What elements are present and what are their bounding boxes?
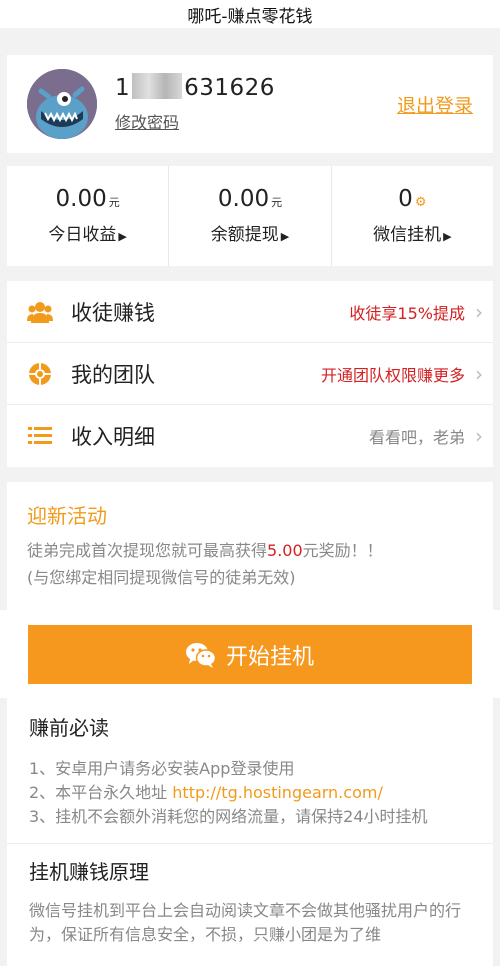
menu-item-recruit[interactable]: 收徒赚钱 收徒享15%提成 › [7, 281, 493, 343]
menu-item-income-details[interactable]: 收入明细 看看吧，老弟 › [7, 405, 493, 467]
promo-text: 徒弟完成首次提现您就可最高获得5.00元奖励！！ (与您绑定相同提现微信号的徒弟… [27, 537, 473, 591]
menu-hint: 开通团队权限赚更多 [320, 365, 465, 385]
wechat-icon [185, 642, 216, 668]
change-password-link[interactable]: 修改密码 [115, 109, 179, 133]
lifebuoy-icon [27, 362, 53, 386]
chevron-right-icon: › [475, 424, 483, 448]
start-hosting-button[interactable]: 开始挂机 [28, 625, 472, 684]
stat-balance-withdraw[interactable]: 0.00 元 余额提现 ▶ [169, 166, 332, 266]
promo-note: (与您绑定相同提现微信号的徒弟无效) [27, 568, 296, 587]
stat-value: 0.00 [217, 186, 270, 212]
info-card: 赚前必读 1、安卓用户请务必安装App登录使用 2、本平台永久地址 http:/… [7, 698, 493, 966]
start-button-label: 开始挂机 [225, 644, 314, 670]
window-title-bar: 哪吒-赚点零花钱 [0, 0, 500, 28]
phone-prefix: 1 [115, 75, 131, 101]
menu-label: 收徒赚钱 [71, 300, 155, 325]
stat-value: 0 [398, 186, 413, 212]
promo-line1-after: 元奖励！！ [302, 541, 383, 560]
stat-value: 0.00 [55, 186, 107, 212]
menu-list: 收徒赚钱 收徒享15%提成 › 我的团队 开通团队权限赚更多 › 收入明细 看看… [7, 281, 493, 467]
triangle-right-icon: ▶ [280, 230, 290, 243]
list-icon [27, 426, 53, 446]
info-title: 赚前必读 [29, 716, 109, 740]
stat-label: 余额提现 [210, 225, 279, 245]
permanent-address-link[interactable]: http://tg.hostingearn.com/ [172, 783, 383, 802]
people-icon [27, 301, 53, 323]
stat-today-earnings[interactable]: 0.00 元 今日收益 ▶ [7, 166, 170, 266]
phone-number: 1 631626 [115, 73, 275, 101]
promo-title: 迎新活动 [27, 504, 107, 528]
stat-label: 微信挂机 [373, 225, 442, 245]
menu-label: 我的团队 [71, 362, 155, 387]
stats-card: 0.00 元 今日收益 ▶ 0.00 元 余额提现 ▶ 0 ⚙ 微信挂机 ▶ [7, 166, 493, 266]
phone-suffix: 631626 [184, 75, 275, 101]
stat-unit: 元 [108, 196, 120, 209]
menu-hint: 收徒享15%提成 [349, 303, 465, 323]
info-item-prefix: 2、本平台永久地址 [29, 783, 173, 802]
stat-unit: 元 [271, 196, 283, 209]
stat-wechat-hosting[interactable]: 0 ⚙ 微信挂机 ▶ [332, 166, 493, 266]
divider [7, 843, 493, 844]
monster-avatar-icon [27, 69, 97, 139]
profile-card: 1 631626 修改密码 退出登录 [7, 55, 493, 153]
chevron-right-icon: › [475, 361, 483, 386]
principle-title: 挂机赚钱原理 [29, 860, 149, 884]
menu-label: 收入明细 [71, 425, 155, 449]
logout-link[interactable]: 退出登录 [397, 91, 473, 118]
window-title: 哪吒-赚点零花钱 [187, 6, 313, 27]
info-item: 1、安卓用户请务必安装App登录使用 [29, 759, 295, 778]
chevron-right-icon: › [475, 299, 483, 324]
info-list: 1、安卓用户请务必安装App登录使用 2、本平台永久地址 http://tg.h… [29, 757, 471, 829]
triangle-right-icon: ▶ [443, 230, 452, 243]
triangle-right-icon: ▶ [118, 230, 127, 243]
info-item: 3、挂机不会额外消耗您的网络流量，请保持24小时挂机 [29, 807, 428, 826]
avatar[interactable] [27, 69, 97, 139]
start-button-area: 开始挂机 [0, 610, 500, 698]
stat-label: 今日收益 [48, 225, 117, 245]
promo-amount: 5.00 [267, 541, 303, 560]
menu-item-team[interactable]: 我的团队 开通团队权限赚更多 › [7, 343, 493, 405]
phone-mask [132, 73, 183, 99]
promo-card: 迎新活动 徒弟完成首次提现您就可最高获得5.00元奖励！！ (与您绑定相同提现微… [7, 482, 493, 610]
gear-icon: ⚙ [414, 195, 427, 210]
promo-line1-before: 徒弟完成首次提现您就可最高获得 [27, 541, 268, 560]
menu-hint: 看看吧，老弟 [368, 428, 465, 447]
info-item: 2、本平台永久地址 http://tg.hostingearn.com/ [29, 781, 471, 805]
principle-text: 微信号挂机到平台上会自动阅读文章不会做其他骚扰用户的行为，保证所有信息安全，不损… [29, 901, 462, 944]
